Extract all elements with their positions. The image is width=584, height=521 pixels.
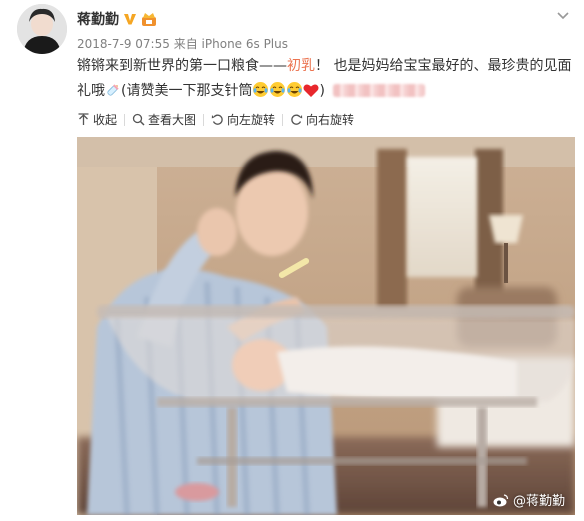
rotate-left-button[interactable]: 向左旋转 xyxy=(211,111,275,128)
post-meta: 2018-7-9 07:55 来自 iPhone 6s Plus xyxy=(77,35,288,52)
laugh-cry-icon xyxy=(269,81,286,107)
collapse-button[interactable]: 收起 xyxy=(77,111,117,128)
post-text-part1: 锵锵来到新世界的第一口粮食—— xyxy=(77,58,287,74)
post-timestamp[interactable]: 2018-7-9 07:55 xyxy=(77,37,170,51)
chevron-down-icon[interactable] xyxy=(556,6,570,20)
photo-watermark: @蒋勤勤 xyxy=(493,490,565,509)
photo-image xyxy=(77,137,575,515)
rotate-right-button[interactable]: 向右旋转 xyxy=(290,111,354,128)
post-text-part3: (请赞美一下那支针筒 xyxy=(121,83,253,99)
image-toolbar: 收起 查看大图 向左旋转 向右旋转 xyxy=(77,111,354,128)
laugh-cry-icon xyxy=(286,81,303,107)
collapse-label: 收起 xyxy=(93,113,118,127)
laugh-cry-icon xyxy=(252,81,269,107)
rotate-right-icon xyxy=(291,114,303,125)
rotate-left-label: 向左旋转 xyxy=(227,113,276,127)
author-row: 蒋勤勤 xyxy=(77,9,157,29)
weibo-post: 蒋勤勤 2018-7-9 07:55 来自 iPhone 6s Plus 锵锵来… xyxy=(0,0,584,521)
avatar[interactable] xyxy=(17,4,67,54)
rotate-left-icon xyxy=(211,114,223,125)
rotate-right-label: 向右旋转 xyxy=(306,113,355,127)
vip-crown-icon[interactable] xyxy=(141,11,157,27)
post-text-highlight: 初乳 xyxy=(287,58,315,74)
toolbar-divider xyxy=(124,113,126,126)
toolbar-divider xyxy=(203,113,205,126)
magnifier-icon xyxy=(132,113,145,126)
verified-v-icon[interactable] xyxy=(123,12,137,26)
red-heart-icon xyxy=(303,82,319,107)
weibo-logo-icon xyxy=(493,493,509,507)
toolbar-divider xyxy=(282,113,284,126)
view-large-button[interactable]: 查看大图 xyxy=(132,111,196,128)
baby-bottle-icon xyxy=(105,82,121,107)
redacted-text-blur xyxy=(332,84,425,97)
post-photo[interactable]: @蒋勤勤 xyxy=(77,137,575,515)
post-text-part4: ) xyxy=(319,83,325,99)
post-text: 锵锵来到新世界的第一口粮食——初乳！ 也是妈妈给宝宝最好的、最珍贵的见面礼哦 (请… xyxy=(77,54,575,107)
source-prefix: 来自 xyxy=(173,37,198,51)
author-name[interactable]: 蒋勤勤 xyxy=(77,9,119,29)
view-large-label: 查看大图 xyxy=(148,113,197,127)
avatar-image xyxy=(17,4,67,54)
watermark-text: @蒋勤勤 xyxy=(512,494,565,509)
post-source[interactable]: iPhone 6s Plus xyxy=(202,37,288,51)
collapse-arrow-icon xyxy=(78,113,89,125)
